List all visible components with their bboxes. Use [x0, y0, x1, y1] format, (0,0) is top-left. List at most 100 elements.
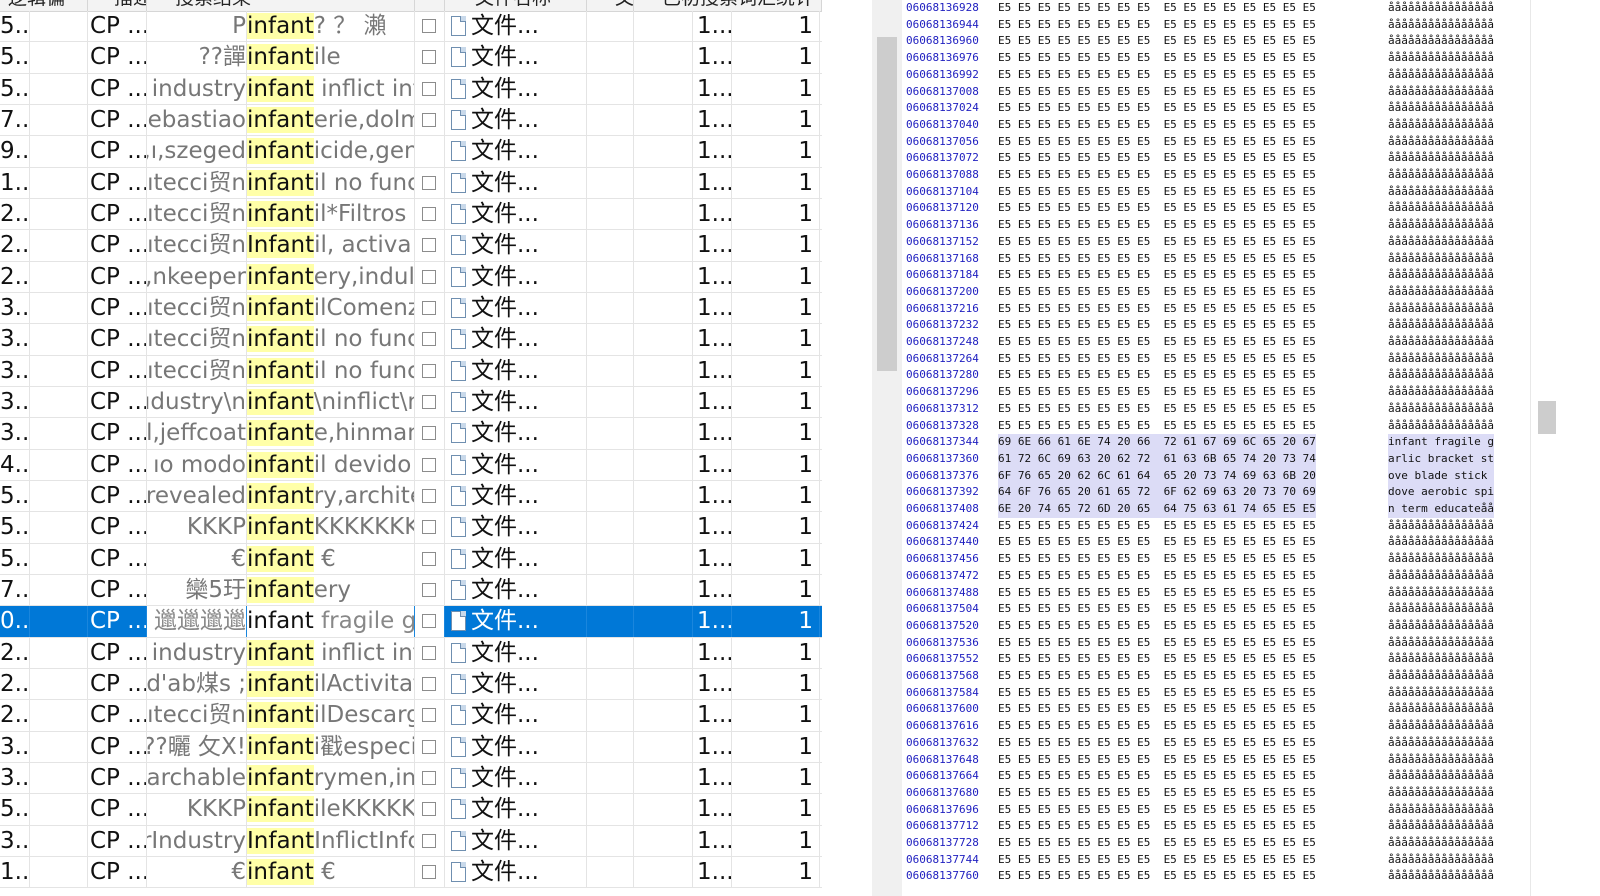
row-checkbox[interactable]: [422, 300, 436, 315]
filename-cell[interactable]: 文件...: [445, 606, 587, 638]
hex-bytes[interactable]: E5 E5 E5 E5 E5 E5 E5 E5 E5 E5 E5 E5 E5 E…: [998, 301, 1316, 318]
row-checkbox[interactable]: [422, 551, 436, 566]
hex-bytes[interactable]: E5 E5 E5 E5 E5 E5 E5 E5 E5 E5 E5 E5 E5 E…: [998, 334, 1316, 351]
hex-ascii[interactable]: åååååååååååååååå: [1388, 351, 1494, 368]
filename-cell[interactable]: 文件...: [445, 574, 587, 606]
filename-cell[interactable]: 文件...: [445, 700, 587, 732]
table-row[interactable]: 2... CP ...ıtecci贸n infantilDescarg 文件... 1…: [0, 700, 822, 732]
hex-bytes[interactable]: E5 E5 E5 E5 E5 E5 E5 E5 E5 E5 E5 E5 E5 E…: [998, 167, 1316, 184]
row-checkbox[interactable]: [422, 19, 436, 33]
row-checkbox[interactable]: [422, 520, 436, 535]
filename-cell[interactable]: 文件...: [445, 762, 587, 794]
hex-ascii[interactable]: åååååååååååååååå: [1388, 785, 1494, 802]
checkbox-cell[interactable]: [415, 324, 445, 356]
filename-cell[interactable]: 文件...: [445, 543, 587, 575]
hex-ascii[interactable]: åååååååååååååååå: [1388, 868, 1494, 885]
hex-left-scrollbar-thumb[interactable]: [877, 37, 897, 371]
table-row[interactable]: 1...CP ...€infant €文件...1...1: [0, 856, 822, 889]
col-header-file-ext[interactable]: 文: [587, 0, 634, 11]
filename-cell[interactable]: 文件...: [445, 136, 587, 168]
checkbox-cell[interactable]: [415, 42, 445, 74]
col-header-filename[interactable]: 文件名称: [445, 0, 587, 11]
hex-ascii[interactable]: åååååååååååååååå: [1388, 167, 1494, 184]
hex-bytes[interactable]: E5 E5 E5 E5 E5 E5 E5 E5 E5 E5 E5 E5 E5 E…: [998, 701, 1316, 718]
col-header-description[interactable]: 描述: [88, 0, 147, 11]
filename-cell[interactable]: 文件...: [445, 230, 587, 262]
hex-ascii[interactable]: åååååååååååååååå: [1388, 835, 1494, 852]
hex-bytes[interactable]: E5 E5 E5 E5 E5 E5 E5 E5 E5 E5 E5 E5 E5 E…: [998, 251, 1316, 268]
row-checkbox[interactable]: [422, 582, 436, 597]
table-row[interactable]: 5... CP ... €infant € 文件... 1...1: [0, 543, 822, 575]
hex-ascii[interactable]: åååååååååååååååå: [1388, 134, 1494, 151]
row-checkbox[interactable]: [422, 363, 436, 378]
hex-ascii[interactable]: åååååååååååååååå: [1388, 267, 1494, 284]
table-row[interactable]: 5... CP ...revealed,infantry,archite 文件...…: [0, 480, 822, 513]
checkbox-cell[interactable]: [415, 198, 445, 230]
filename-cell[interactable]: 文件...: [445, 167, 587, 199]
hex-ascii[interactable]: åååååååååååååååå: [1388, 418, 1494, 435]
hex-ascii[interactable]: åååååååååååååååå: [1388, 367, 1494, 384]
search-results-grid[interactable]: 逻辑偏 描述 搜索结果 文件名称 文 已初搜索词汇统计 5... CP ... Pi…: [0, 0, 822, 896]
hex-ascii[interactable]: åååååååååååååååå: [1388, 852, 1494, 869]
hex-bytes[interactable]: E5 E5 E5 E5 E5 E5 E5 E5 E5 E5 E5 E5 E5 E…: [998, 585, 1316, 602]
row-checkbox[interactable]: [422, 81, 436, 96]
hex-bytes[interactable]: E5 E5 E5 E5 E5 E5 E5 E5 E5 E5 E5 E5 E5 E…: [998, 17, 1316, 34]
hex-bytes[interactable]: E5 E5 E5 E5 E5 E5 E5 E5 E5 E5 E5 E5 E5 E…: [998, 100, 1316, 117]
hex-bytes[interactable]: E5 E5 E5 E5 E5 E5 E5 E5 E5 E5 E5 E5 E5 E…: [998, 401, 1316, 418]
hex-ascii[interactable]: åååååååååååååååå: [1388, 217, 1494, 234]
table-row[interactable]: 3... CP ...rIndustryInfantInflictInfc 文件..…: [0, 825, 822, 857]
hex-ascii[interactable]: åååååååååååååååå: [1388, 150, 1494, 167]
filename-cell[interactable]: 文件...: [445, 512, 587, 544]
hex-left-scrollbar[interactable]: [872, 0, 902, 896]
checkbox-cell[interactable]: [415, 512, 445, 544]
hex-ascii[interactable]: n term educateåå: [1388, 501, 1494, 518]
filename-cell[interactable]: 文件...: [445, 355, 587, 387]
table-row[interactable]: 5... CP ... KKKPinfantileKKKKK 文件... 1...1: [0, 794, 822, 826]
hex-ascii[interactable]: åååååååååååååååå: [1388, 685, 1494, 702]
checkbox-cell[interactable]: [415, 167, 445, 199]
row-checkbox[interactable]: [422, 488, 436, 503]
table-row[interactable]: 4... CP ...ıo modo infantil devido 文件... 1.…: [0, 449, 822, 481]
row-checkbox[interactable]: [422, 206, 436, 221]
table-row[interactable]: 2... CP ...industry infant inflict inf 文件.…: [0, 637, 822, 669]
hex-bytes[interactable]: E5 E5 E5 E5 E5 E5 E5 E5 E5 E5 E5 E5 E5 E…: [998, 367, 1316, 384]
hex-bytes[interactable]: 69 6E 66 61 6E 74 20 66 72 61 67 69 6C 6…: [998, 434, 1316, 451]
table-row[interactable]: 3... CP ...!曬 攵X??infanti戳especi 文件... 1...…: [0, 731, 822, 763]
hex-bytes[interactable]: E5 E5 E5 E5 E5 E5 E5 E5 E5 E5 E5 E5 E5 E…: [998, 802, 1316, 819]
hex-ascii[interactable]: åååååååååååååååå: [1388, 84, 1494, 101]
hex-bytes[interactable]: E5 E5 E5 E5 E5 E5 E5 E5 E5 E5 E5 E5 E5 E…: [998, 818, 1316, 835]
filename-cell[interactable]: 文件...: [445, 42, 587, 74]
col-header-search-result[interactable]: 搜索结果: [147, 0, 415, 11]
filename-cell[interactable]: 文件...: [445, 731, 587, 763]
row-checkbox[interactable]: [422, 708, 436, 723]
hex-bytes[interactable]: 6F 76 65 20 62 6C 61 64 65 20 73 74 69 6…: [998, 467, 1316, 485]
hex-ascii[interactable]: åååååååååååååååå: [1388, 401, 1494, 418]
checkbox-cell[interactable]: [415, 606, 445, 638]
checkbox-cell[interactable]: [415, 856, 445, 888]
table-row[interactable]: 3... CP ...ıdustry\ninfant\ninflict\n 文件..…: [0, 386, 822, 419]
filename-cell[interactable]: 文件...: [445, 11, 587, 42]
hex-bytes[interactable]: E5 E5 E5 E5 E5 E5 E5 E5 E5 E5 E5 E5 E5 E…: [998, 752, 1316, 769]
hex-bytes[interactable]: E5 E5 E5 E5 E5 E5 E5 E5 E5 E5 E5 E5 E5 E…: [998, 551, 1316, 568]
table-row[interactable]: 2... CP ...ıtecci贸n Infantil, activa l 文件.…: [0, 230, 822, 262]
hex-bytes[interactable]: E5 E5 E5 E5 E5 E5 E5 E5 E5 E5 E5 E5 E5 E…: [998, 868, 1316, 885]
hex-bytes[interactable]: E5 E5 E5 E5 E5 E5 E5 E5 E5 E5 E5 E5 E5 E…: [998, 50, 1316, 67]
hex-ascii[interactable]: åååååååååååååååå: [1388, 200, 1494, 217]
row-checkbox[interactable]: [422, 426, 436, 441]
hex-bytes[interactable]: E5 E5 E5 E5 E5 E5 E5 E5 E5 E5 E5 E5 E5 E…: [998, 84, 1316, 101]
hex-ascii[interactable]: åååååååååååååååå: [1388, 50, 1494, 67]
hex-ascii[interactable]: åååååååååååååååå: [1388, 701, 1494, 718]
hex-bytes[interactable]: E5 E5 E5 E5 E5 E5 E5 E5 E5 E5 E5 E5 E5 E…: [998, 184, 1316, 201]
col-header-checkbox[interactable]: [415, 0, 445, 11]
row-checkbox[interactable]: [422, 238, 436, 253]
row-checkbox[interactable]: [422, 770, 436, 785]
hex-ascii[interactable]: åååååååååååååååå: [1388, 117, 1494, 134]
hex-ascii[interactable]: åååååååååååååååå: [1388, 551, 1494, 568]
hex-bytes[interactable]: E5 E5 E5 E5 E5 E5 E5 E5 E5 E5 E5 E5 E5 E…: [998, 117, 1316, 134]
hex-ascii[interactable]: åååååååååååååååå: [1388, 568, 1494, 585]
hex-bytes[interactable]: E5 E5 E5 E5 E5 E5 E5 E5 E5 E5 E5 E5 E5 E…: [998, 668, 1316, 685]
checkbox-cell[interactable]: [415, 11, 445, 42]
hex-ascii[interactable]: åååååååååååååååå: [1388, 518, 1494, 535]
hex-bytes[interactable]: E5 E5 E5 E5 E5 E5 E5 E5 E5 E5 E5 E5 E5 E…: [998, 67, 1316, 84]
hex-ascii[interactable]: åååååååååååååååå: [1388, 534, 1494, 551]
